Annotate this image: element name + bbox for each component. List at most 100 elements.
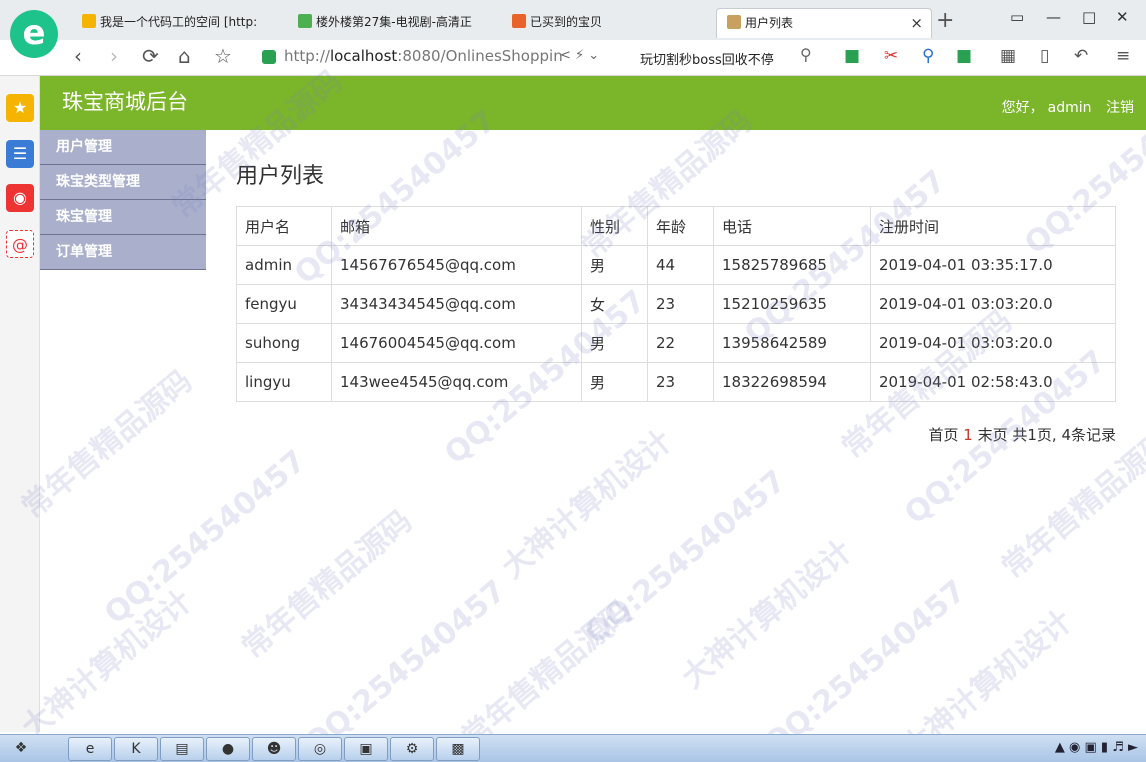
table-row: admin 14567676545@qq.com 男 44 1582578968… [236,245,1116,285]
search-input[interactable]: 玩切割秒boss回收不停 [640,49,774,68]
minimize-icon[interactable]: — [1046,8,1061,26]
menu-item-order-management[interactable]: 订单管理 [40,235,206,270]
watermark: 大神计算机设计 [895,603,1079,734]
cell-gender: 男 [581,362,648,402]
sidebar-toggle-icon[interactable]: ▯ [1040,46,1049,66]
logout-link[interactable]: 注销 [1106,100,1134,116]
column-header: 注册时间 [870,206,1116,246]
star-icon [82,14,96,28]
last-page-link[interactable]: 末页 [978,426,1008,444]
watermark: 常年售精品源码 [455,593,639,734]
watermark: 大神计算机设计 [675,533,859,696]
home-icon[interactable]: ⌂ [178,44,191,68]
refresh-icon[interactable]: ⟳ [142,44,159,68]
page-title: 用户列表 [236,164,325,189]
scissors-icon[interactable]: ✂ [884,46,898,66]
app-title: 珠宝商城后台 [62,90,188,114]
favorite-star-icon[interactable]: ☆ [214,44,232,68]
watermark: QQ:254540457 [98,443,313,632]
cell-gender: 男 [581,245,648,285]
taskbar-terminal-icon[interactable]: ▩ [436,737,480,761]
browser-logo-icon: e [10,10,58,58]
cell-age: 23 [647,362,714,402]
security-shield-icon [262,50,276,64]
maximize-icon[interactable]: □ [1082,8,1096,26]
share-icon[interactable]: < ⚡ ⌄ [560,48,599,63]
taskbar-settings-icon[interactable]: ⚙ [390,737,434,761]
browser-tab-bar: 我是一个代码工的空间 [http: 楼外楼第27集-电视剧-高清正 已买到的宝贝… [0,0,1146,40]
back-icon[interactable]: ‹ [74,44,82,68]
taskbar-app-icon[interactable]: ◎ [298,737,342,761]
cell-username: suhong [236,323,332,363]
reader-icon[interactable]: ☰ [6,140,34,168]
browser-tab-active[interactable]: 用户列表 × [716,8,932,38]
watermark: QQ:254540457 [578,463,793,652]
taobao-icon [512,14,526,28]
weibo-icon[interactable]: ◉ [6,184,34,212]
video-site-icon [298,14,312,28]
skin-icon[interactable]: ▭ [1010,8,1024,26]
search-icon[interactable]: ⚲ [800,45,812,64]
current-page: 1 [963,426,973,444]
browser-tab[interactable]: 楼外楼第27集-电视剧-高清正 [288,8,484,38]
cell-gender: 女 [581,284,648,324]
game-icon[interactable]: ■ [956,46,972,66]
tab-label: 楼外楼第27集-电视剧-高清正 [316,15,472,29]
start-button-icon[interactable]: ❖ [4,737,38,761]
greeting-text: 您好， [1001,100,1044,116]
url-text[interactable]: http://localhost:8080/OnlinesShoppin [284,47,563,65]
cell-phone: 15825789685 [713,245,871,285]
menu-icon[interactable]: ≡ [1116,46,1130,66]
cell-email: 34343434545@qq.com [331,284,582,324]
close-tab-icon[interactable]: × [910,9,923,37]
menu-item-jewelry-management[interactable]: 珠宝管理 [40,200,206,235]
cell-register-time: 2019-04-01 03:35:17.0 [870,245,1116,285]
first-page-link[interactable]: 首页 [928,426,958,444]
system-tray-icons[interactable]: ▲ ◉ ▣ ▮ ♬ ► [1055,740,1138,755]
new-tab-button[interactable]: + [936,8,954,33]
tab-label: 我是一个代码工的空间 [http: [100,15,258,29]
column-header: 年龄 [647,206,714,246]
cell-username: lingyu [236,362,332,402]
taskbar-app-icon[interactable]: ▣ [344,737,388,761]
cell-email: 14676004545@qq.com [331,323,582,363]
browser-sidebar: ★ ☰ ◉ @ [0,76,40,732]
taskbar-browser-icon[interactable]: e [68,737,112,761]
menu-item-user-management[interactable]: 用户管理 [40,130,206,165]
forward-icon[interactable]: › [110,44,118,68]
watermark: QQ:254540457 [758,573,973,734]
main-content: 用户列表 用户名 邮箱 性别 年龄 电话 注册时间 admin 14567676… [236,130,1116,445]
table-header-row: 用户名 邮箱 性别 年龄 电话 注册时间 [236,206,1116,246]
menu-item-jewelry-type-management[interactable]: 珠宝类型管理 [40,165,206,200]
browser-tab[interactable]: 已买到的宝贝 [502,8,698,38]
tab-label: 已买到的宝贝 [530,15,603,29]
translate-icon[interactable]: ■ [844,46,860,66]
pagination: 首页 1 末页 共1页, 4条记录 [236,424,1116,445]
taskbar-qq-icon[interactable]: ☻ [252,737,296,761]
page-icon [727,15,741,29]
app-header: 珠宝商城后台 您好， admin 注销 [40,76,1146,130]
cell-email: 14567676545@qq.com [331,245,582,285]
cell-username: fengyu [236,284,332,324]
cell-phone: 13958642589 [713,323,871,363]
cell-register-time: 2019-04-01 02:58:43.0 [870,362,1116,402]
cell-register-time: 2019-04-01 03:03:20.0 [870,284,1116,324]
cell-age: 44 [647,245,714,285]
browser-tab[interactable]: 我是一个代码工的空间 [http: [72,8,268,38]
magnifier-icon[interactable]: ⚲ [922,46,934,66]
pager-summary: 共1页, 4条记录 [1012,426,1116,444]
apps-icon[interactable]: ▦ [1000,46,1016,66]
admin-menu: 用户管理 珠宝类型管理 珠宝管理 订单管理 [40,130,206,270]
close-window-icon[interactable]: ✕ [1116,8,1129,26]
undo-icon[interactable]: ↶ [1074,46,1088,66]
taskbar-folder-icon[interactable]: ▤ [160,737,204,761]
cell-phone: 15210259635 [713,284,871,324]
table-row: lingyu 143wee4545@qq.com 男 23 1832269859… [236,362,1116,402]
table-row: suhong 14676004545@qq.com 男 22 139586425… [236,323,1116,363]
favorites-icon[interactable]: ★ [6,94,34,122]
taskbar-app-icon[interactable]: K [114,737,158,761]
column-header: 用户名 [236,206,332,246]
taskbar-app-icon[interactable]: ● [206,737,250,761]
mail-icon[interactable]: @ [6,230,34,258]
cell-phone: 18322698594 [713,362,871,402]
